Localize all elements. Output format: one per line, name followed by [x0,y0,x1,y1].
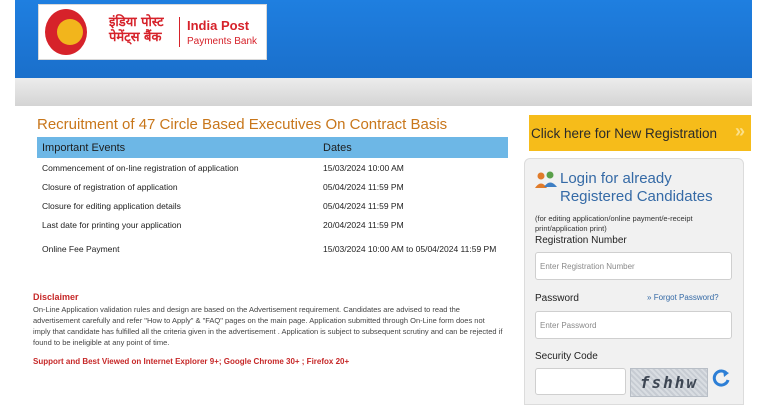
logo-en-line1: India Post [187,18,250,33]
table-row: Last date for printing your application … [37,215,508,234]
security-code-input[interactable] [535,368,626,395]
ippb-logo-emblem-icon [45,9,87,55]
date-cell: 15/03/2024 10:00 AM to 05/04/2024 11:59 … [323,244,497,254]
login-title: Login for already Registered Candidates [560,170,713,205]
refresh-captcha-icon[interactable] [711,368,731,388]
table-header-row: Important Events Dates [37,137,508,158]
disclaimer-title: Disclaimer [33,292,79,302]
users-icon [535,171,557,188]
table-row: Online Fee Payment 15/03/2024 10:00 AM t… [37,234,508,264]
important-events-table: Important Events Dates Commencement of o… [37,137,508,264]
login-panel: Login for already Registered Candidates … [524,158,744,405]
registration-number-label: Registration Number [535,235,627,246]
page-title: Recruitment of 47 Circle Based Executive… [37,116,448,133]
password-label: Password [535,293,579,304]
date-cell: 20/04/2024 11:59 PM [323,219,404,230]
logo-en-line2: Payments Bank [187,36,258,47]
forgot-password-label: Forgot Password? [653,293,719,302]
captcha-image: fshhw [630,368,708,397]
double-chevron-right-icon: » [647,293,652,302]
security-code-label: Security Code [535,351,598,362]
date-cell: 15/03/2024 10:00 AM [323,162,404,173]
event-cell: Closure of registration of application [42,181,178,192]
logo-hindi-text: इंडिया पोस्ट पेमेंट्स बैंक [109,15,164,45]
column-header-dates: Dates [318,137,508,158]
date-cell: 05/04/2024 11:59 PM [323,200,404,211]
nav-bar [15,78,752,106]
table-row: Closure for editing application details … [37,196,508,215]
logo-english-text: India Post Payments Bank [187,19,265,49]
event-cell: Commencement of on-line registration of … [42,162,239,173]
forgot-password-link[interactable]: » Forgot Password? [647,293,719,302]
browser-support-note: Support and Best Viewed on Internet Expl… [33,357,350,366]
new-registration-button[interactable]: Click here for New Registration » [529,115,751,151]
table-row: Closure of registration of application 0… [37,177,508,196]
column-header-events: Important Events [37,137,318,158]
login-subtitle: (for editing application/online payment/… [535,214,693,233]
new-registration-label: Click here for New Registration [531,125,718,141]
table-row: Commencement of on-line registration of … [37,158,508,177]
double-chevron-right-icon: » [734,121,745,141]
disclaimer-text: On-Line Application validation rules and… [33,305,503,347]
event-cell: Online Fee Payment [42,244,120,254]
ippb-logo[interactable]: इंडिया पोस्ट पेमेंट्स बैंक India Post Pa… [38,4,267,60]
logo-divider [179,17,180,47]
password-input[interactable] [535,311,732,339]
event-cell: Closure for editing application details [42,200,181,211]
date-cell: 05/04/2024 11:59 PM [323,181,404,192]
registration-number-input[interactable] [535,252,732,280]
event-cell: Last date for printing your application [42,219,182,230]
